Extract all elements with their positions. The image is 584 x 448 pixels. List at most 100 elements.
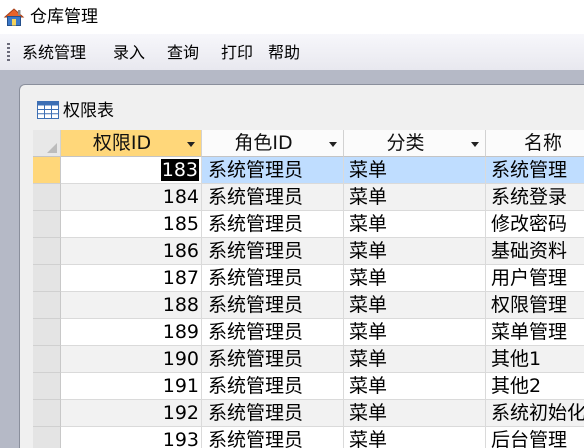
cell-role-id[interactable]: 系统管理员 (202, 211, 344, 238)
table-row[interactable]: 189 系统管理员 菜单 菜单管理 (33, 319, 584, 346)
corner-triangle-icon (47, 143, 57, 153)
cell-permission-id[interactable]: 191 (61, 373, 202, 400)
table-row[interactable]: 193 系统管理员 菜单 后台管理 (33, 427, 584, 448)
cell-name[interactable]: 其他2 (486, 373, 584, 400)
app-title: 仓库管理 (30, 7, 98, 27)
menu-item-entry[interactable]: 录入 (113, 43, 145, 63)
cell-category[interactable]: 菜单 (344, 184, 486, 211)
cell-text: 菜单 (349, 348, 388, 370)
cell-text: 系统管理员 (208, 429, 304, 448)
cell-category[interactable]: 菜单 (344, 400, 486, 427)
cell-name[interactable]: 修改密码 (486, 211, 584, 238)
cell-name[interactable]: 后台管理 (486, 427, 584, 448)
cell-name[interactable]: 系统初始化 (486, 400, 584, 427)
table-row[interactable]: 187 系统管理员 菜单 用户管理 (33, 265, 584, 292)
cell-role-id[interactable]: 系统管理员 (202, 265, 344, 292)
cell-text: 修改密码 (491, 213, 568, 235)
cell-text: 系统管理 (491, 159, 568, 181)
cell-text: 系统管理员 (208, 375, 304, 397)
row-selector[interactable] (33, 265, 61, 292)
filter-dropdown-icon[interactable] (329, 142, 337, 147)
cell-text: 权限管理 (491, 294, 568, 316)
cell-role-id[interactable]: 系统管理员 (202, 157, 344, 184)
menu-item-query[interactable]: 查询 (167, 43, 199, 63)
cell-role-id[interactable]: 系统管理员 (202, 346, 344, 373)
grid-body: 183 系统管理员 菜单 系统管理 184 系统管理员 菜单 系统登录 185 系统管理员 菜单 修改… (33, 157, 584, 448)
filter-dropdown-icon[interactable] (187, 142, 195, 147)
row-selector[interactable] (33, 238, 61, 265)
row-selector[interactable] (33, 211, 61, 238)
menu-item-system[interactable]: 系统管理 (22, 43, 86, 63)
cell-name[interactable]: 用户管理 (486, 265, 584, 292)
cell-permission-id[interactable]: 183 (61, 157, 202, 184)
cell-category[interactable]: 菜单 (344, 427, 486, 448)
row-selector[interactable] (33, 292, 61, 319)
row-selector[interactable] (33, 346, 61, 373)
menu-grip-handle[interactable] (7, 43, 10, 61)
cell-category[interactable]: 菜单 (344, 238, 486, 265)
menu-item-help[interactable]: 帮助 (268, 43, 300, 63)
cell-category[interactable]: 菜单 (344, 319, 486, 346)
cell-role-id[interactable]: 系统管理员 (202, 400, 344, 427)
cell-category[interactable]: 菜单 (344, 211, 486, 238)
table-row[interactable]: 191 系统管理员 菜单 其他2 (33, 373, 584, 400)
column-header-role-id[interactable]: 角色ID (202, 130, 344, 157)
form-title: 权限表 (63, 101, 114, 121)
table-row[interactable]: 183 系统管理员 菜单 系统管理 (33, 157, 584, 184)
cell-permission-id[interactable]: 192 (61, 400, 202, 427)
cell-role-id[interactable]: 系统管理员 (202, 184, 344, 211)
cell-text: 系统管理员 (208, 348, 304, 370)
row-selector[interactable] (33, 157, 61, 184)
cell-role-id[interactable]: 系统管理员 (202, 427, 344, 448)
cell-permission-id[interactable]: 190 (61, 346, 202, 373)
cell-permission-id[interactable]: 186 (61, 238, 202, 265)
row-selector[interactable] (33, 319, 61, 346)
cell-name[interactable]: 系统登录 (486, 184, 584, 211)
cell-text: 菜单 (349, 267, 388, 289)
row-selector[interactable] (33, 373, 61, 400)
cell-role-id[interactable]: 系统管理员 (202, 292, 344, 319)
menu-item-print[interactable]: 打印 (221, 43, 253, 63)
row-selector[interactable] (33, 184, 61, 211)
cell-permission-id[interactable]: 188 (61, 292, 202, 319)
cell-text: 系统管理员 (208, 240, 304, 262)
cell-category[interactable]: 菜单 (344, 157, 486, 184)
table-row[interactable]: 190 系统管理员 菜单 其他1 (33, 346, 584, 373)
column-header-label: 角色ID (234, 132, 293, 154)
cell-text: 菜单管理 (491, 321, 568, 343)
cell-permission-id[interactable]: 187 (61, 265, 202, 292)
cell-name[interactable]: 系统管理 (486, 157, 584, 184)
filter-dropdown-icon[interactable] (471, 142, 479, 147)
cell-text: 183 (160, 159, 199, 181)
column-header-label: 权限ID (92, 132, 152, 154)
row-selector[interactable] (33, 400, 61, 427)
cell-permission-id[interactable]: 189 (61, 319, 202, 346)
grid-corner-select-all[interactable] (33, 130, 61, 157)
cell-role-id[interactable]: 系统管理员 (202, 238, 344, 265)
row-selector[interactable] (33, 427, 61, 448)
cell-permission-id[interactable]: 184 (61, 184, 202, 211)
table-row[interactable]: 192 系统管理员 菜单 系统初始化 (33, 400, 584, 427)
cell-role-id[interactable]: 系统管理员 (202, 373, 344, 400)
cell-name[interactable]: 其他1 (486, 346, 584, 373)
table-row[interactable]: 184 系统管理员 菜单 系统登录 (33, 184, 584, 211)
table-row[interactable]: 188 系统管理员 菜单 权限管理 (33, 292, 584, 319)
column-header-name[interactable]: 名称 (486, 130, 584, 157)
column-header-category[interactable]: 分类 (344, 130, 486, 157)
cell-category[interactable]: 菜单 (344, 292, 486, 319)
cell-name[interactable]: 基础资料 (486, 238, 584, 265)
cell-category[interactable]: 菜单 (344, 265, 486, 292)
table-row[interactable]: 185 系统管理员 菜单 修改密码 (33, 211, 584, 238)
cell-category[interactable]: 菜单 (344, 373, 486, 400)
column-header-permission-id[interactable]: 权限ID (61, 130, 202, 157)
cell-text: 193 (162, 429, 199, 448)
permissions-datagrid[interactable]: 权限ID 角色ID 分类 名称 183 系统管理员 菜单 系统管理 184 系统管理员 菜单… (33, 130, 584, 448)
cell-name[interactable]: 菜单管理 (486, 319, 584, 346)
cell-permission-id[interactable]: 193 (61, 427, 202, 448)
cell-permission-id[interactable]: 185 (61, 211, 202, 238)
cell-role-id[interactable]: 系统管理员 (202, 319, 344, 346)
cell-name[interactable]: 权限管理 (486, 292, 584, 319)
table-row[interactable]: 186 系统管理员 菜单 基础资料 (33, 238, 584, 265)
cell-category[interactable]: 菜单 (344, 346, 486, 373)
house-icon (3, 8, 25, 26)
